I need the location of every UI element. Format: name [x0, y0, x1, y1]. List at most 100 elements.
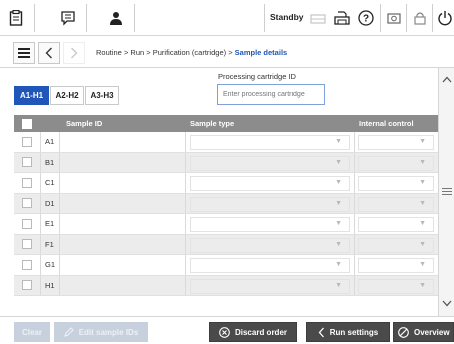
well-position: C1 — [45, 178, 55, 188]
row-checkbox[interactable] — [22, 218, 32, 229]
dropdown-arrow-icon: ▼ — [419, 138, 426, 145]
no-entry-icon — [398, 326, 409, 338]
forward-button[interactable] — [63, 42, 85, 64]
internal-control-select[interactable]: ▼ — [358, 196, 434, 212]
select-all-checkbox[interactable] — [22, 118, 32, 129]
chevron-left-icon — [45, 47, 52, 59]
sample-id-field[interactable] — [60, 132, 184, 152]
internal-control-select[interactable]: ▼ — [358, 258, 434, 273]
sample-type-select[interactable]: ▼ — [190, 258, 350, 273]
row-checkbox[interactable] — [22, 239, 32, 250]
table-row[interactable]: E1 ▼ ▼ — [14, 214, 438, 235]
printer-icon[interactable] — [330, 6, 354, 30]
tab-a2-h2[interactable]: A2-H2 — [50, 86, 84, 105]
chevron-down-icon — [442, 300, 452, 306]
clipboard-icon[interactable] — [4, 6, 28, 30]
discard-label: Discard order — [234, 327, 288, 337]
lock-icon[interactable] — [408, 6, 432, 30]
well-position: H1 — [45, 280, 55, 290]
svg-text:?: ? — [363, 14, 369, 25]
breadcrumb-purification[interactable]: Purification (cartridge) — [153, 48, 226, 57]
tab-a1-h1[interactable]: A1-H1 — [14, 86, 49, 105]
screenshot-icon[interactable] — [382, 6, 406, 30]
power-icon[interactable] — [433, 6, 454, 30]
internal-control-select[interactable]: ▼ — [358, 155, 434, 171]
sample-id-field[interactable] — [60, 194, 184, 214]
top-toolbar: Standby ? — [0, 0, 454, 36]
sample-id-field[interactable] — [60, 276, 184, 296]
processing-cartridge-label: Processing cartridge ID — [218, 72, 296, 81]
sample-id-field[interactable] — [60, 255, 184, 275]
run-settings-label: Run settings — [329, 327, 379, 337]
scroll-handle[interactable] — [439, 182, 454, 200]
drag-handle-icon — [442, 187, 452, 195]
dropdown-arrow-icon: ▼ — [419, 158, 426, 166]
clear-button[interactable]: Clear — [14, 322, 50, 342]
clear-label: Clear — [21, 327, 42, 337]
overview-label: Overview — [414, 327, 450, 337]
scroll-up-button[interactable] — [439, 70, 454, 88]
breadcrumb-run[interactable]: Run — [130, 48, 144, 57]
dropdown-arrow-icon: ▼ — [419, 281, 426, 289]
dropdown-arrow-icon: ▼ — [335, 240, 342, 248]
overview-button[interactable]: Overview — [393, 322, 454, 342]
sample-id-field[interactable] — [60, 153, 184, 173]
dropdown-arrow-icon: ▼ — [335, 261, 342, 268]
breadcrumb-routine[interactable]: Routine — [96, 48, 122, 57]
message-icon[interactable] — [56, 6, 80, 30]
bottom-bar: Clear Edit sample IDs Discard order Run … — [0, 316, 454, 344]
sample-type-select[interactable]: ▼ — [190, 237, 350, 253]
internal-control-select[interactable]: ▼ — [358, 237, 434, 253]
sample-id-field[interactable] — [60, 173, 184, 193]
sample-type-select[interactable]: ▼ — [190, 135, 350, 150]
internal-control-select[interactable]: ▼ — [358, 176, 434, 191]
row-checkbox[interactable] — [22, 280, 32, 291]
row-checkbox[interactable] — [22, 136, 32, 147]
hamburger-icon — [18, 48, 30, 58]
row-checkbox[interactable] — [22, 198, 32, 209]
navigation-bar: Routine > Run > Purification (cartridge)… — [0, 38, 454, 68]
status-text: Standby — [270, 12, 304, 22]
table-row[interactable]: D1 ▼ ▼ — [14, 193, 438, 214]
sample-type-select[interactable]: ▼ — [190, 278, 350, 294]
sample-type-select[interactable]: ▼ — [190, 217, 350, 232]
sample-id-field[interactable] — [60, 214, 184, 234]
table-row[interactable]: A1 ▼ ▼ — [14, 132, 438, 153]
well-position: F1 — [45, 239, 54, 249]
discard-order-button[interactable]: Discard order — [209, 322, 297, 342]
scroll-pane[interactable] — [438, 68, 454, 316]
internal-control-select[interactable]: ▼ — [358, 217, 434, 232]
row-checkbox[interactable] — [22, 157, 32, 168]
table-row[interactable]: F1 ▼ ▼ — [14, 234, 438, 255]
run-settings-button[interactable]: Run settings — [306, 322, 390, 342]
processing-cartridge-input[interactable] — [217, 84, 325, 105]
sample-id-field[interactable] — [60, 235, 184, 255]
table-row[interactable]: C1 ▼ ▼ — [14, 173, 438, 194]
row-checkbox[interactable] — [22, 177, 32, 188]
help-icon[interactable]: ? — [354, 6, 378, 30]
tab-a3-h3[interactable]: A3-H3 — [85, 86, 119, 105]
table-row[interactable]: B1 ▼ ▼ — [14, 152, 438, 173]
sample-type-select[interactable]: ▼ — [190, 196, 350, 212]
internal-control-select[interactable]: ▼ — [358, 135, 434, 150]
edit-sample-ids-button[interactable]: Edit sample IDs — [54, 322, 148, 342]
breadcrumb-sample-details: Sample details — [234, 48, 288, 57]
table-row[interactable]: H1 ▼ ▼ — [14, 275, 438, 296]
edit-label: Edit sample IDs — [78, 327, 139, 337]
dropdown-arrow-icon: ▼ — [335, 138, 342, 145]
sample-type-select[interactable]: ▼ — [190, 155, 350, 171]
header-sample-id: Sample ID — [66, 119, 103, 128]
dropdown-arrow-icon: ▼ — [419, 179, 426, 186]
chevron-left-icon — [318, 327, 324, 337]
row-checkbox[interactable] — [22, 259, 32, 270]
back-button[interactable] — [38, 42, 60, 64]
table-row[interactable]: G1 ▼ ▼ — [14, 255, 438, 276]
sample-type-select[interactable]: ▼ — [190, 176, 350, 191]
well-position: E1 — [45, 219, 55, 229]
menu-button[interactable] — [13, 42, 35, 64]
chevron-right-icon — [71, 47, 78, 59]
scroll-down-button[interactable] — [439, 294, 454, 312]
internal-control-select[interactable]: ▼ — [358, 278, 434, 294]
user-icon[interactable] — [104, 6, 128, 30]
dropdown-arrow-icon: ▼ — [335, 220, 342, 227]
